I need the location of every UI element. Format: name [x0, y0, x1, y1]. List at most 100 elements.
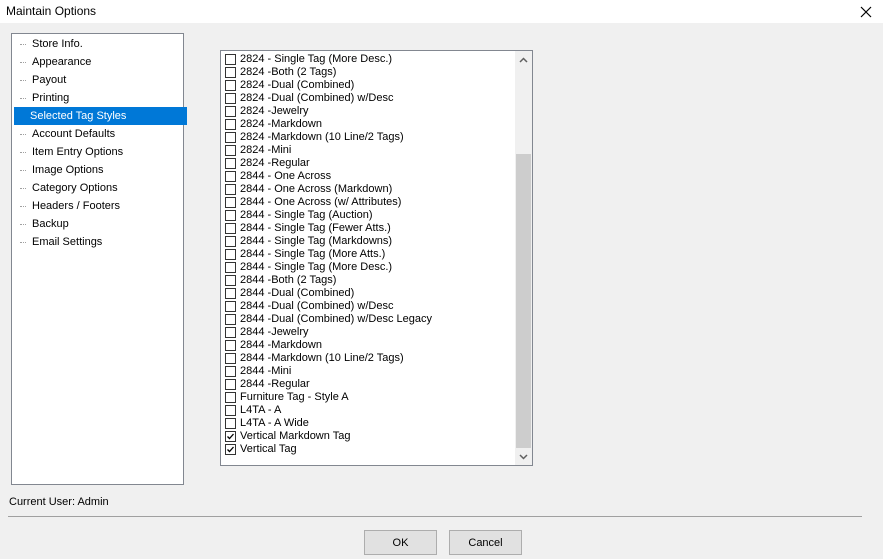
tag-style-item[interactable]: 2824 -Dual (Combined) w/Desc: [223, 92, 513, 105]
tag-style-item[interactable]: L4TA - A Wide: [223, 417, 513, 430]
tree-connector: [20, 152, 26, 153]
tag-style-item[interactable]: 2824 -Both (2 Tags): [223, 66, 513, 79]
tag-style-checkbox[interactable]: [225, 54, 236, 65]
tag-style-label: 2844 -Jewelry: [240, 326, 309, 338]
tag-style-item[interactable]: 2844 - Single Tag (Auction): [223, 209, 513, 222]
tag-style-checkbox[interactable]: [225, 119, 236, 130]
tag-style-label: 2844 - One Across: [240, 170, 332, 182]
close-icon: [860, 6, 872, 17]
tag-style-item[interactable]: 2824 -Jewelry: [223, 105, 513, 118]
tag-style-item[interactable]: 2844 - Single Tag (More Desc.): [223, 261, 513, 274]
tree-connector: [20, 62, 26, 63]
tag-style-label: L4TA - A: [240, 404, 282, 416]
tag-style-item[interactable]: 2824 -Markdown (10 Line/2 Tags): [223, 131, 513, 144]
tree-item-category-options[interactable]: Category Options: [14, 179, 184, 197]
tag-style-checkbox[interactable]: [225, 366, 236, 377]
tag-style-checkbox[interactable]: [225, 223, 236, 234]
tag-style-item[interactable]: 2824 -Markdown: [223, 118, 513, 131]
tag-style-checkbox[interactable]: [225, 262, 236, 273]
tag-style-item[interactable]: 2844 -Dual (Combined): [223, 287, 513, 300]
tree-item-printing[interactable]: Printing: [14, 89, 184, 107]
tag-style-item[interactable]: 2844 - Single Tag (More Atts.): [223, 248, 513, 261]
tree-item-store-info[interactable]: Store Info.: [14, 35, 184, 53]
tree-item-account-defaults[interactable]: Account Defaults: [14, 125, 184, 143]
tag-style-label: 2844 -Mini: [240, 365, 292, 377]
tree-item-selected-tag-styles[interactable]: Selected Tag Styles: [14, 107, 187, 125]
tag-style-label: 2824 -Markdown: [240, 118, 322, 130]
tag-style-checkbox[interactable]: [225, 275, 236, 286]
tag-style-checkbox[interactable]: [225, 145, 236, 156]
tag-styles-list[interactable]: 2824 - Single Tag (More Desc.) 2824 -Both…: [220, 50, 533, 466]
tag-style-item[interactable]: 2844 -Mini: [223, 365, 513, 378]
tag-style-item[interactable]: 2824 - Single Tag (More Desc.): [223, 53, 513, 66]
tree-item-label: Printing: [32, 92, 70, 104]
tag-style-item[interactable]: 2824 -Regular: [223, 157, 513, 170]
tag-style-checkbox[interactable]: [225, 93, 236, 104]
tag-style-checkbox[interactable]: [225, 158, 236, 169]
tag-style-item[interactable]: Vertical Tag: [223, 443, 513, 456]
tag-style-checkbox[interactable]: [225, 236, 236, 247]
tag-style-checkbox[interactable]: [225, 80, 236, 91]
tag-style-item[interactable]: 2844 -Both (2 Tags): [223, 274, 513, 287]
tag-style-item[interactable]: 2844 -Markdown (10 Line/2 Tags): [223, 352, 513, 365]
tag-style-checkbox[interactable]: [225, 184, 236, 195]
tag-style-item[interactable]: 2844 -Markdown: [223, 339, 513, 352]
tag-style-checkbox[interactable]: [225, 405, 236, 416]
tag-style-item[interactable]: 2844 - One Across (Markdown): [223, 183, 513, 196]
tag-style-item[interactable]: 2844 -Regular: [223, 378, 513, 391]
tag-style-checkbox[interactable]: [225, 67, 236, 78]
tree-item-email-settings[interactable]: Email Settings: [14, 233, 184, 251]
tag-style-checkbox[interactable]: [225, 379, 236, 390]
scroll-down-button[interactable]: [515, 448, 532, 465]
tag-style-checkbox[interactable]: [225, 418, 236, 429]
tag-style-item[interactable]: 2844 - Single Tag (Fewer Atts.): [223, 222, 513, 235]
tag-style-item[interactable]: L4TA - A: [223, 404, 513, 417]
tag-style-checkbox[interactable]: [225, 327, 236, 338]
scroll-up-button[interactable]: [515, 51, 532, 68]
tree-item-appearance[interactable]: Appearance: [14, 53, 184, 71]
tag-style-checkbox[interactable]: [225, 197, 236, 208]
tree-item-headers-footers[interactable]: Headers / Footers: [14, 197, 184, 215]
tag-style-item[interactable]: 2844 - One Across: [223, 170, 513, 183]
tree-item-item-entry-options[interactable]: Item Entry Options: [14, 143, 184, 161]
tag-style-checkbox[interactable]: [225, 392, 236, 403]
tag-style-label: 2844 -Regular: [240, 378, 310, 390]
tag-style-checkbox[interactable]: [225, 444, 236, 455]
tag-style-item[interactable]: 2844 -Dual (Combined) w/Desc Legacy: [223, 313, 513, 326]
tag-style-checkbox[interactable]: [225, 431, 236, 442]
tag-style-checkbox[interactable]: [225, 288, 236, 299]
ok-button[interactable]: OK: [364, 530, 437, 555]
tree-item-backup[interactable]: Backup: [14, 215, 184, 233]
tree-item-payout[interactable]: Payout: [14, 71, 184, 89]
tag-style-label: 2824 -Mini: [240, 144, 292, 156]
tag-style-checkbox[interactable]: [225, 353, 236, 364]
tag-style-item[interactable]: 2844 - Single Tag (Markdowns): [223, 235, 513, 248]
tag-style-checkbox[interactable]: [225, 249, 236, 260]
tree-item-label: Item Entry Options: [32, 146, 124, 158]
tree-item-image-options[interactable]: Image Options: [14, 161, 184, 179]
options-tree[interactable]: Store Info. Appearance Payout Printing Selec…: [11, 33, 187, 485]
tag-style-label: 2844 -Dual (Combined): [240, 287, 355, 299]
tree-connector: [20, 206, 26, 207]
tag-style-checkbox[interactable]: [225, 132, 236, 143]
tag-style-item[interactable]: 2824 -Mini: [223, 144, 513, 157]
tag-style-item[interactable]: Vertical Markdown Tag: [223, 430, 513, 443]
tag-style-checkbox[interactable]: [225, 314, 236, 325]
tag-style-label: 2844 -Markdown (10 Line/2 Tags): [240, 352, 404, 364]
tag-style-item[interactable]: Furniture Tag - Style A: [223, 391, 513, 404]
tag-style-item[interactable]: 2844 -Dual (Combined) w/Desc: [223, 300, 513, 313]
tag-style-item[interactable]: 2844 -Jewelry: [223, 326, 513, 339]
tag-style-checkbox[interactable]: [225, 301, 236, 312]
tag-style-item[interactable]: 2824 -Dual (Combined): [223, 79, 513, 92]
close-button[interactable]: [849, 0, 883, 23]
scrollbar-thumb[interactable]: [516, 154, 531, 448]
cancel-button[interactable]: Cancel: [449, 530, 522, 555]
tag-style-checkbox[interactable]: [225, 171, 236, 182]
tag-style-checkbox[interactable]: [225, 106, 236, 117]
vertical-scrollbar[interactable]: [515, 51, 532, 465]
tag-style-item[interactable]: 2844 - One Across (w/ Attributes): [223, 196, 513, 209]
tag-style-label: Vertical Markdown Tag: [240, 430, 351, 442]
tag-style-checkbox[interactable]: [225, 210, 236, 221]
tag-style-checkbox[interactable]: [225, 340, 236, 351]
tag-style-label: 2844 - Single Tag (Fewer Atts.): [240, 222, 391, 234]
